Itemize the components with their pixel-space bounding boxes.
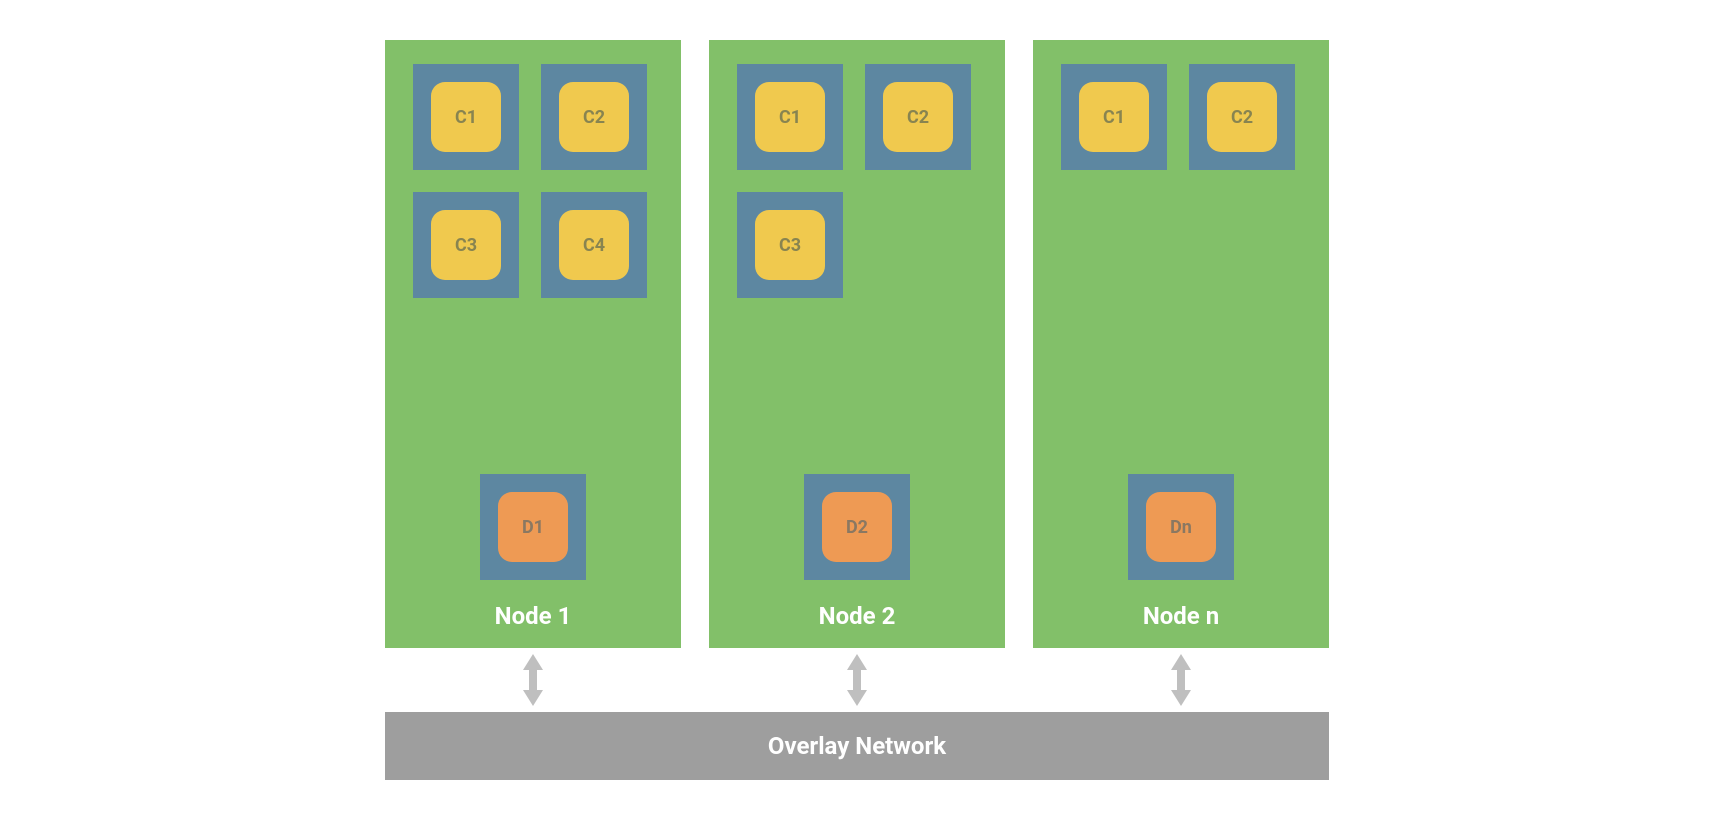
container-label: C3 (431, 210, 501, 280)
node-1-daemon: D1 (385, 474, 681, 580)
overlay-network-bar: Overlay Network (385, 712, 1329, 780)
node-1: C1 C2 C3 C4 D1 Node 1 (385, 40, 681, 648)
node-2: C1 C2 C3 D2 Node 2 (709, 40, 1005, 648)
container-label: C3 (755, 210, 825, 280)
arrow-slot (1033, 652, 1329, 708)
nodes-row: C1 C2 C3 C4 D1 Node 1 (385, 40, 1329, 648)
container-label: C4 (559, 210, 629, 280)
daemon-label: D1 (498, 492, 568, 562)
double-arrow-icon (1166, 652, 1196, 708)
container-box: C1 (413, 64, 519, 170)
container-label: C1 (1079, 82, 1149, 152)
container-box: C3 (737, 192, 843, 298)
container-label: C2 (883, 82, 953, 152)
container-label: C2 (559, 82, 629, 152)
node-2-containers: C1 C2 C3 (737, 64, 977, 298)
container-box: C2 (865, 64, 971, 170)
double-arrow-icon (842, 652, 872, 708)
daemon-box: D2 (804, 474, 910, 580)
node-1-label: Node 1 (385, 602, 681, 630)
container-box: C2 (541, 64, 647, 170)
container-box: C4 (541, 192, 647, 298)
container-box: C2 (1189, 64, 1295, 170)
node-2-label: Node 2 (709, 602, 1005, 630)
container-label: C2 (1207, 82, 1277, 152)
node-n-label: Node n (1033, 602, 1329, 630)
node-2-daemon: D2 (709, 474, 1005, 580)
node-n: C1 C2 Dn Node n (1033, 40, 1329, 648)
daemon-label: D2 (822, 492, 892, 562)
daemon-label: Dn (1146, 492, 1216, 562)
container-box: C3 (413, 192, 519, 298)
arrow-slot (709, 652, 1005, 708)
daemon-box: D1 (480, 474, 586, 580)
container-label: C1 (431, 82, 501, 152)
overlay-network-label: Overlay Network (768, 732, 946, 760)
container-label: C1 (755, 82, 825, 152)
node-n-containers: C1 C2 (1061, 64, 1301, 170)
container-box: C1 (1061, 64, 1167, 170)
node-n-daemon: Dn (1033, 474, 1329, 580)
arrows-row (385, 652, 1329, 708)
cluster-diagram: C1 C2 C3 C4 D1 Node 1 (385, 40, 1329, 780)
arrow-slot (385, 652, 681, 708)
double-arrow-icon (518, 652, 548, 708)
daemon-box: Dn (1128, 474, 1234, 580)
container-box: C1 (737, 64, 843, 170)
node-1-containers: C1 C2 C3 C4 (413, 64, 653, 298)
